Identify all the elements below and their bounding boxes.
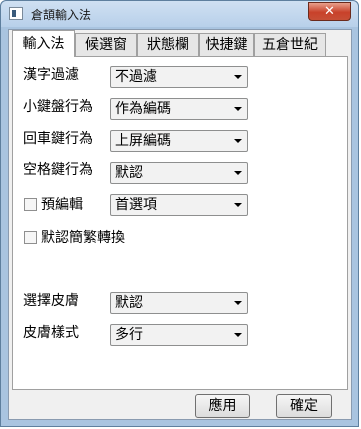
tab-input-method[interactable]: 輸入法 xyxy=(12,30,75,57)
settings-window: 倉頡輸入法 ✕ 輸入法 候選窗 狀態欄 快捷鍵 五倉世紀 漢字過濾 不過濾 小鍵… xyxy=(0,0,359,427)
skin-select-dropdown[interactable]: 默認 xyxy=(110,292,248,314)
skin-style-value: 多行 xyxy=(115,327,143,343)
default-conversion-checkbox[interactable] xyxy=(24,231,37,244)
tab-wucang-century[interactable]: 五倉世紀 xyxy=(254,33,326,56)
space-behavior-select[interactable]: 默認 xyxy=(110,162,248,184)
chevron-down-icon xyxy=(234,75,242,79)
keypad-behavior-select[interactable]: 作為編碼 xyxy=(110,98,248,120)
skin-select-label: 選擇皮膚 xyxy=(23,293,79,309)
chevron-down-icon xyxy=(234,333,242,337)
tab-shortcuts[interactable]: 快捷鍵 xyxy=(199,33,254,56)
hanzi-filter-label: 漢字過濾 xyxy=(23,67,79,83)
dialog-body: 輸入法 候選窗 狀態欄 快捷鍵 五倉世紀 漢字過濾 不過濾 小鍵盤行為 作為編碼… xyxy=(8,29,352,420)
hanzi-filter-value: 不過濾 xyxy=(115,69,157,85)
space-behavior-label: 空格鍵行為 xyxy=(23,162,93,178)
app-icon xyxy=(9,7,23,20)
default-conversion-label: 默認簡繁轉換 xyxy=(41,230,125,246)
chevron-down-icon xyxy=(234,301,242,305)
tab-candidate-window[interactable]: 候選窗 xyxy=(75,33,137,56)
chevron-down-icon xyxy=(234,107,242,111)
chevron-down-icon xyxy=(234,139,242,143)
enter-behavior-value: 上屏編碼 xyxy=(115,133,171,149)
hanzi-filter-select[interactable]: 不過濾 xyxy=(110,66,248,88)
space-behavior-value: 默認 xyxy=(115,165,143,181)
preedit-value: 首選項 xyxy=(115,197,157,213)
skin-style-label: 皮膚樣式 xyxy=(23,325,79,341)
keypad-behavior-value: 作為編碼 xyxy=(115,101,171,117)
skin-style-select[interactable]: 多行 xyxy=(110,324,248,346)
tab-panel-input-method: 漢字過濾 不過濾 小鍵盤行為 作為編碼 回車鍵行為 上屏編碼 空格鍵行為 默認 xyxy=(12,56,348,390)
ok-button[interactable]: 確定 xyxy=(276,394,332,418)
preedit-select[interactable]: 首選項 xyxy=(110,194,248,216)
chevron-down-icon xyxy=(234,171,242,175)
apply-button[interactable]: 應用 xyxy=(195,394,250,418)
close-button[interactable]: ✕ xyxy=(308,2,351,21)
title-bar[interactable]: 倉頡輸入法 ✕ xyxy=(1,1,358,27)
skin-select-value: 默認 xyxy=(115,295,143,311)
tab-status-bar[interactable]: 狀態欄 xyxy=(137,33,199,56)
preedit-checkbox[interactable] xyxy=(24,198,37,211)
chevron-down-icon xyxy=(234,203,242,207)
window-title: 倉頡輸入法 xyxy=(31,8,92,22)
keypad-behavior-label: 小鍵盤行為 xyxy=(23,99,93,115)
enter-behavior-label: 回車鍵行為 xyxy=(23,131,93,147)
enter-behavior-select[interactable]: 上屏編碼 xyxy=(110,130,248,152)
preedit-label: 預編輯 xyxy=(41,197,83,213)
